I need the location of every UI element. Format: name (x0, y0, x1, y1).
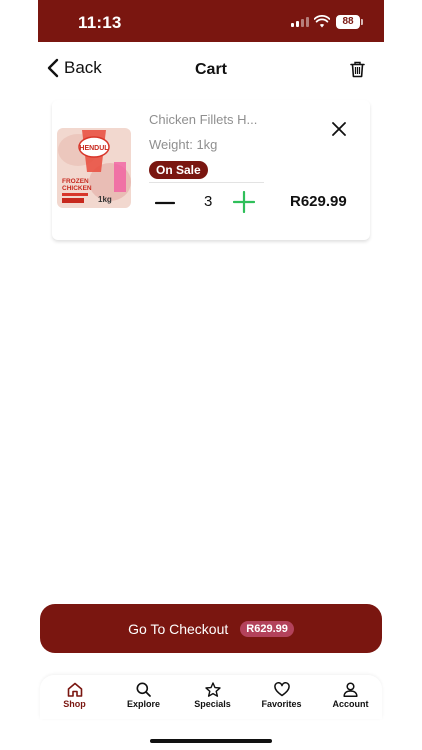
heart-icon (273, 682, 290, 697)
tab-account-label: Account (332, 699, 369, 709)
divider (149, 182, 264, 183)
product-name[interactable]: Chicken Fillets H... (149, 112, 257, 127)
item-price: R629.99 (290, 193, 347, 210)
brand-logo-text: HENDUL (79, 145, 109, 152)
minus-button[interactable] (155, 193, 175, 213)
battery-nub (361, 19, 363, 25)
plus-button[interactable] (233, 191, 255, 213)
search-icon (136, 682, 151, 697)
status-bar: 11:13 88 (38, 0, 384, 42)
wifi-icon (314, 15, 330, 28)
sale-badge: On Sale (149, 161, 208, 179)
home-indicator (150, 739, 272, 743)
trash-icon[interactable] (350, 61, 365, 78)
tab-explore-label: Explore (126, 699, 160, 709)
cart-item-card: HENDUL FROZEN CHICKEN 1kg Chicken Fillet… (52, 100, 370, 240)
page-title: Cart (194, 61, 227, 78)
tab-specials-label: Specials (194, 699, 231, 709)
product-weight: Weight: 1kg (149, 137, 218, 152)
package-text-line2: CHICKEN (62, 185, 92, 192)
checkout-button[interactable]: Go To Checkout R629.99 (40, 604, 382, 653)
tab-specials[interactable]: Specials (178, 682, 247, 709)
battery-icon: 88 (336, 15, 360, 29)
tab-shop[interactable]: Shop (40, 682, 109, 709)
close-icon[interactable] (332, 122, 346, 136)
package-size-text: 1kg (98, 195, 112, 204)
quantity-value: 3 (204, 193, 213, 210)
user-icon (343, 682, 358, 697)
checkout-total-badge: R629.99 (240, 620, 294, 637)
status-time: 11:13 (78, 13, 122, 32)
tab-explore[interactable]: Explore (109, 682, 178, 709)
app-screen: 11:13 88 Back Cart HENDUL FROZEN CHICKEN… (38, 0, 384, 750)
home-icon (67, 682, 82, 697)
package-text-line1: FROZEN (62, 178, 89, 185)
bottom-tab-bar: Shop Explore Specials Favorites Account (40, 675, 382, 719)
product-image: HENDUL FROZEN CHICKEN 1kg (57, 128, 131, 208)
tab-favorites[interactable]: Favorites (247, 682, 316, 709)
tab-account[interactable]: Account (316, 682, 385, 709)
tab-favorites-label: Favorites (261, 699, 302, 709)
signal-icon (291, 17, 309, 27)
star-icon (204, 682, 221, 697)
tab-shop-label: Shop (63, 699, 86, 709)
top-nav: Back Cart (38, 55, 384, 87)
checkout-label: Go To Checkout (128, 620, 229, 637)
